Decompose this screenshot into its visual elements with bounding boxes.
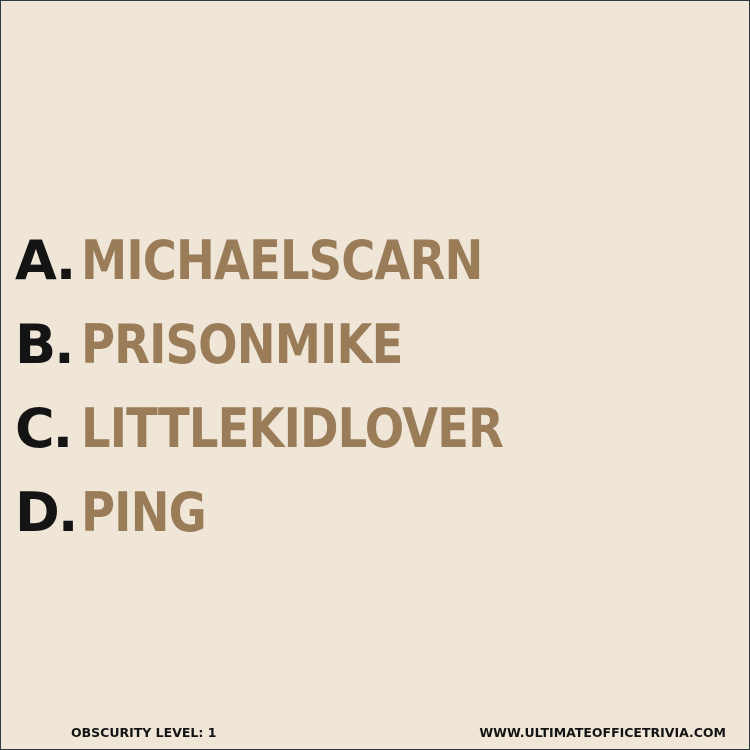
option-b: B. PRISONMIKE — [15, 303, 735, 387]
trivia-card: A. MICHAELSCARN B. PRISONMIKE C. LITTLEK… — [0, 0, 750, 750]
option-b-answer: PRISONMIKE — [81, 313, 403, 376]
website-link: WWW.ULTIMATEOFFICETRIVIA.COM — [479, 725, 726, 740]
option-d-answer: PING — [81, 481, 207, 544]
option-c-letter: C. — [15, 397, 73, 460]
option-a-answer: MICHAELSCARN — [81, 229, 483, 292]
answer-options: A. MICHAELSCARN B. PRISONMIKE C. LITTLEK… — [15, 219, 735, 555]
option-a: A. MICHAELSCARN — [15, 219, 735, 303]
option-c: C. LITTLEKIDLOVER — [15, 387, 735, 471]
option-d: D. PING — [15, 471, 735, 555]
option-d-letter: D. — [15, 481, 78, 544]
obscurity-level: OBSCURITY LEVEL: 1 — [71, 725, 217, 740]
option-a-letter: A. — [15, 229, 76, 292]
option-b-letter: B. — [15, 313, 75, 376]
option-c-answer: LITTLEKIDLOVER — [81, 397, 504, 460]
